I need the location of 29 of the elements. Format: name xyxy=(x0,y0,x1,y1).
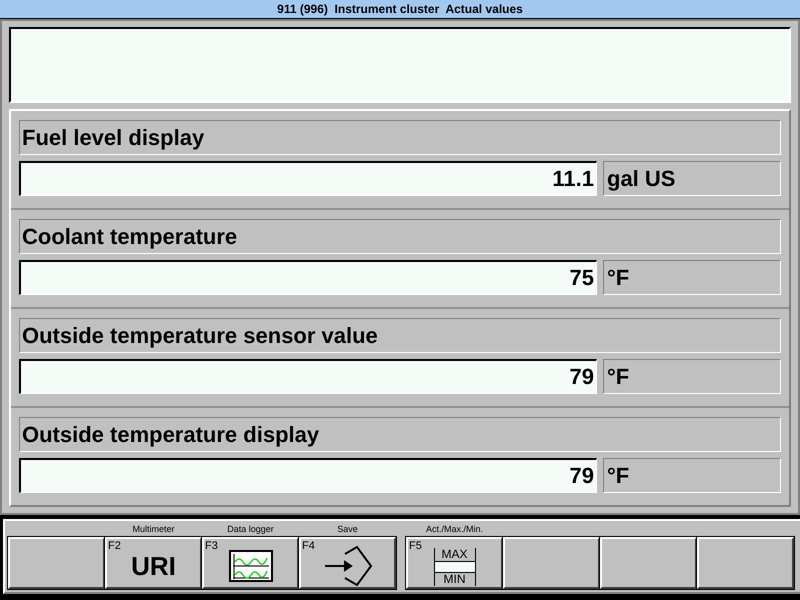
function-key[interactable] xyxy=(8,537,105,589)
unit-label: °F xyxy=(603,359,781,394)
function-key[interactable] xyxy=(600,537,697,589)
value-label: Outside temperature display xyxy=(19,417,781,452)
value-field: 79 xyxy=(19,458,597,493)
value-field: 79 xyxy=(19,359,597,394)
value-field: 11.1 xyxy=(19,161,597,196)
window-title: 911 (996) Instrument cluster Actual values xyxy=(0,0,800,19)
key-caption: Multimeter xyxy=(132,524,174,534)
value-label: Coolant temperature xyxy=(19,219,781,254)
enter-arrow-icon xyxy=(322,546,372,586)
unit-label: gal US xyxy=(603,161,781,196)
key-caption: Data logger xyxy=(227,524,274,534)
function-key[interactable] xyxy=(503,537,600,589)
function-key[interactable]: F4 xyxy=(299,537,396,589)
value-field: 75 xyxy=(19,260,597,295)
unit-label: °F xyxy=(603,260,781,295)
function-key[interactable] xyxy=(697,537,794,589)
min-label: MIN xyxy=(442,573,466,586)
value-label: Outside temperature sensor value xyxy=(19,318,781,353)
key-caption: Save xyxy=(337,524,358,534)
key-caption: Act./Max./Min. xyxy=(426,524,483,534)
function-key[interactable]: F3 xyxy=(202,537,299,589)
function-key[interactable]: F5 MAX MIN xyxy=(406,537,503,589)
max-label: MAX xyxy=(440,548,468,561)
unit-label: °F xyxy=(603,458,781,493)
chart-icon xyxy=(228,550,272,582)
value-label: Fuel level display xyxy=(19,120,781,155)
function-key[interactable]: F2 URI xyxy=(105,537,202,589)
